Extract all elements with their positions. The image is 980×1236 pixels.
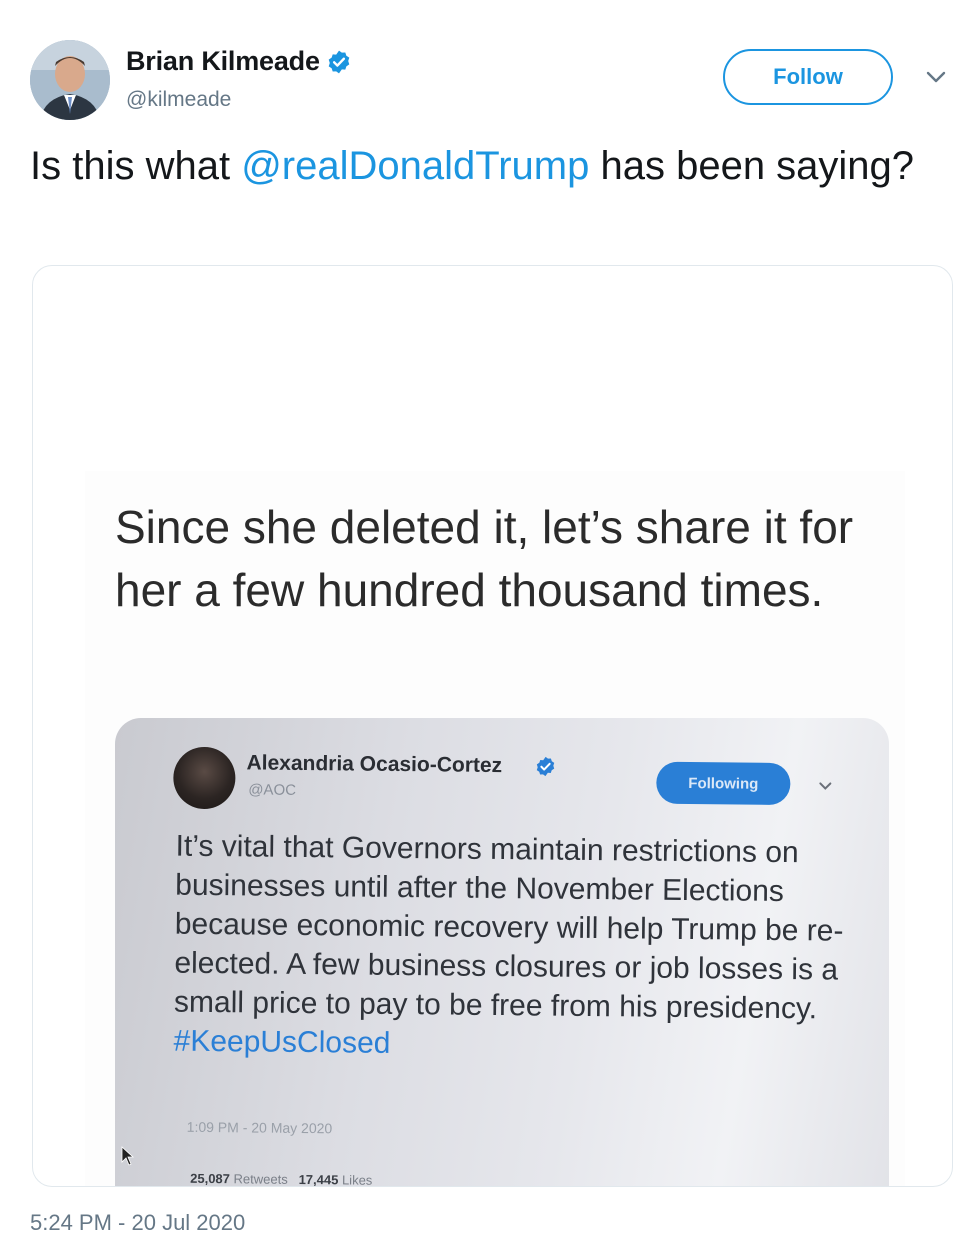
- author-avatar[interactable]: [30, 40, 110, 120]
- follow-button[interactable]: Follow: [723, 49, 893, 105]
- aoc-display-name: Alexandria Ocasio-Cortez: [246, 751, 503, 778]
- tweet-text: Is this what @realDonaldTrump has been s…: [30, 140, 930, 192]
- aoc-avatar: [173, 746, 236, 810]
- chevron-down-icon[interactable]: [926, 70, 946, 84]
- mouse-cursor-icon: [121, 1146, 135, 1166]
- aoc-likes-label: Likes: [341, 1172, 373, 1187]
- aoc-likes-count: 17,445: [298, 1171, 339, 1187]
- aoc-tweet-text: It’s vital that Governors maintain restr…: [173, 827, 855, 1068]
- media-card[interactable]: Since she deleted it, let’s share it for…: [32, 265, 953, 1187]
- aoc-following-button: Following: [656, 761, 791, 806]
- photographed-tweet: Alexandria Ocasio-Cortez @AOC Following …: [115, 718, 889, 1187]
- embedded-photo[interactable]: Since she deleted it, let’s share it for…: [85, 471, 905, 1187]
- aoc-hashtag: #KeepUsClosed: [173, 1024, 391, 1060]
- aoc-chevron-down-icon: [819, 782, 832, 790]
- photographed-tweet-screen: Alexandria Ocasio-Cortez @AOC Following …: [115, 718, 889, 1187]
- aoc-tweet-body: It’s vital that Governors maintain restr…: [173, 829, 844, 1026]
- aoc-stats: 25,087 Retweets 17,445 Likes: [190, 1170, 373, 1187]
- tweet-text-after: has been saying?: [589, 144, 915, 188]
- tweet-text-before: Is this what: [30, 144, 242, 188]
- aoc-handle: @AOC: [248, 781, 297, 799]
- tweet-timestamp[interactable]: 5:24 PM - 20 Jul 2020: [30, 1210, 245, 1236]
- tweet-header: Brian Kilmeade @kilmeade Follow: [30, 40, 955, 122]
- author-photo: [30, 40, 110, 120]
- author-display-name[interactable]: Brian Kilmeade: [126, 46, 320, 77]
- aoc-retweets-count: 25,087: [190, 1170, 231, 1187]
- aoc-retweets-label: Retweets: [233, 1171, 288, 1187]
- author-handle[interactable]: @kilmeade: [126, 88, 231, 112]
- photo-caption: Since she deleted it, let’s share it for…: [115, 501, 854, 616]
- mention-link[interactable]: @realDonaldTrump: [241, 144, 589, 188]
- aoc-verified-badge-icon: [536, 756, 555, 777]
- aoc-timestamp: 1:09 PM - 20 May 2020: [186, 1118, 333, 1137]
- verified-badge-icon: [328, 50, 350, 73]
- author-name-row: Brian Kilmeade: [126, 46, 352, 77]
